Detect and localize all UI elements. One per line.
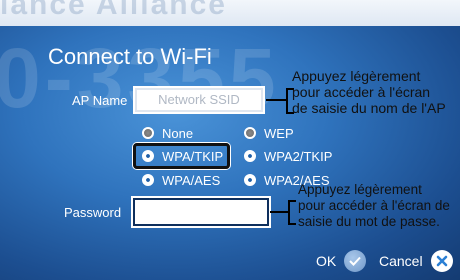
dialog-title: Connect to Wi-Fi [48, 44, 212, 69]
radio-label: None [162, 125, 194, 141]
radio-wpa-tkip[interactable]: WPA/TKIP [142, 147, 223, 165]
radio-dot [244, 174, 256, 186]
header-strip: iance Alliance [0, 0, 460, 26]
ssid-callout-line-3: de saisie du nom de l'AP [292, 100, 446, 116]
wifi-connect-screen: iance Alliance 0-3355 Connect to Wi-Fi A… [0, 0, 460, 280]
radio-wep[interactable]: WEP [244, 124, 294, 142]
background-ghost-text: iance Alliance [0, 0, 227, 21]
radio-dot [244, 127, 256, 139]
ssid-callout-line-2: pour accéder à l'écran [292, 84, 431, 100]
password-callout-line-2: pour accéder à l'écran de [298, 198, 450, 213]
radio-dot [142, 174, 154, 186]
password-callout: Appuyez légèrement pour accéder à l'écra… [298, 182, 450, 230]
radio-none[interactable]: None [142, 124, 193, 142]
password-callout-line-3: saisie du mot de passe. [298, 214, 440, 229]
radio-wpa-aes[interactable]: WPA/AES [142, 171, 220, 189]
radio-label: WPA/TKIP [162, 148, 224, 164]
ssid-callout-line-1: Appuyez légèrement [292, 68, 421, 84]
password-callout-tick-top [288, 200, 296, 202]
cancel-button[interactable]: Cancel [379, 250, 453, 272]
password-callout-line [270, 211, 288, 213]
radio-label: WPA2/TKIP [264, 148, 333, 164]
ssid-callout-line [266, 99, 286, 101]
ok-label: OK [316, 253, 337, 269]
password-input[interactable] [133, 198, 269, 226]
password-callout-tick-bottom [288, 223, 296, 225]
radio-dot-selected [142, 150, 154, 162]
ap-name-label: AP Name [72, 93, 128, 108]
radio-wpa2-tkip[interactable]: WPA2/TKIP [244, 147, 332, 165]
radio-label: WPA/AES [162, 172, 221, 188]
ssid-callout-bracket [286, 88, 288, 114]
radio-dot [142, 127, 154, 139]
ssid-callout: Appuyez légèrement pour accéder à l'écra… [292, 68, 446, 116]
cancel-label: Cancel [379, 253, 423, 269]
ok-button[interactable]: OK [316, 250, 367, 272]
password-callout-line-1: Appuyez légèrement [298, 182, 422, 197]
check-icon [344, 250, 367, 272]
close-icon [430, 250, 453, 272]
password-callout-bracket [288, 200, 290, 225]
radio-dot [244, 150, 256, 162]
ssid-input[interactable]: Network SSID [133, 86, 265, 114]
password-label: Password [64, 205, 122, 220]
radio-label: WEP [264, 125, 294, 141]
